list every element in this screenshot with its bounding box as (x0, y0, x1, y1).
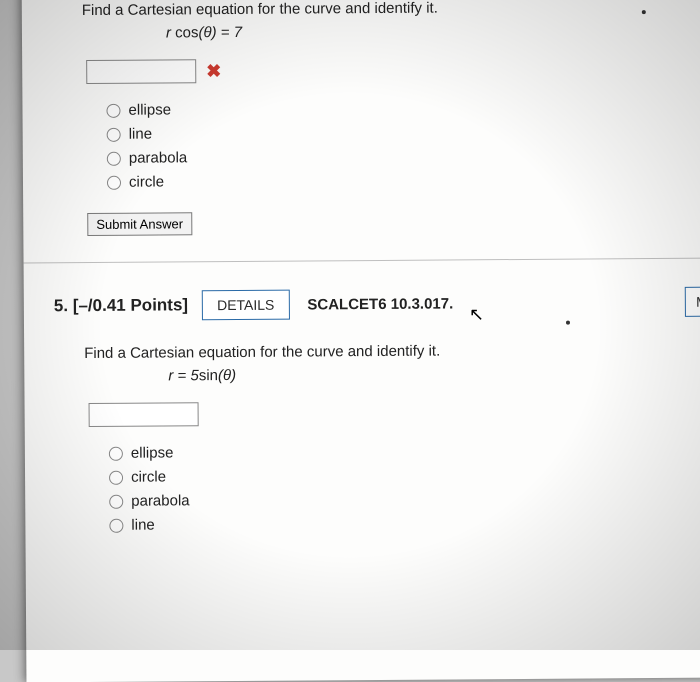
radio-input[interactable] (107, 127, 121, 141)
q5-formula-arg: (θ) (218, 367, 236, 384)
q5-header: 5. [–/0.41 Points] DETAILS SCALCET6 10.3… (54, 287, 700, 322)
option-label: parabola (131, 492, 190, 509)
option-label: parabola (129, 149, 188, 166)
q5-reference: SCALCET6 10.3.017. (307, 295, 453, 313)
submit-answer-button[interactable]: Submit Answer (87, 212, 192, 236)
radio-input[interactable] (107, 175, 121, 189)
q4-formula-fn: cos (175, 24, 198, 41)
q5-option[interactable]: parabola (109, 489, 700, 510)
page: Find a Cartesian equation for the curve … (22, 0, 700, 682)
q4-prompt: Find a Cartesian equation for the curve … (82, 0, 700, 19)
q4-option[interactable]: parabola (107, 146, 700, 167)
radio-input[interactable] (109, 494, 123, 508)
q5-options: ellipse circle parabola line (109, 441, 700, 534)
q5-answer-input[interactable] (89, 402, 199, 427)
q5-points: [–/0.41 Points] (73, 295, 188, 315)
option-label: circle (131, 468, 166, 485)
q4-option[interactable]: circle (107, 170, 700, 191)
q5-formula: r = 5sin(θ) (168, 364, 700, 385)
q5-option[interactable]: ellipse (109, 441, 700, 462)
q5-prompt: Find a Cartesian equation for the curve … (84, 341, 700, 362)
q4-option[interactable]: line (107, 122, 700, 143)
q4-answer-row: ✖ (86, 56, 700, 84)
q5-number: 5. [–/0.41 Points] (54, 295, 188, 316)
question-divider (24, 257, 700, 263)
option-label: line (129, 126, 152, 143)
radio-input[interactable] (106, 103, 120, 117)
option-label: ellipse (128, 101, 171, 118)
q4-option[interactable]: ellipse (106, 98, 700, 119)
radio-input[interactable] (109, 518, 123, 532)
radio-input[interactable] (109, 470, 123, 484)
q5-option[interactable]: line (109, 513, 700, 534)
q5-formula-fn: sin (199, 367, 218, 384)
incorrect-icon: ✖ (206, 62, 221, 80)
q4-formula-arg: (θ) = 7 (198, 24, 242, 41)
q5-option[interactable]: circle (109, 465, 700, 486)
option-label: ellipse (131, 444, 174, 461)
q4-options: ellipse line parabola circle (106, 98, 700, 191)
q4-formula-lhs: r (166, 24, 175, 41)
q4-formula: r cos(θ) = 7 (166, 21, 700, 42)
details-button[interactable]: DETAILS (202, 290, 290, 321)
my-notes-button[interactable]: MY N (685, 286, 700, 316)
q4-answer-input[interactable] (86, 59, 196, 84)
radio-input[interactable] (107, 151, 121, 165)
option-label: line (131, 517, 154, 534)
radio-input[interactable] (109, 446, 123, 460)
q5-number-text: 5. (54, 296, 68, 315)
q5-answer-row (89, 399, 700, 427)
q5-formula-lhs: r = 5 (168, 367, 199, 384)
content-area: Find a Cartesian equation for the curve … (22, 0, 700, 534)
option-label: circle (129, 173, 164, 190)
